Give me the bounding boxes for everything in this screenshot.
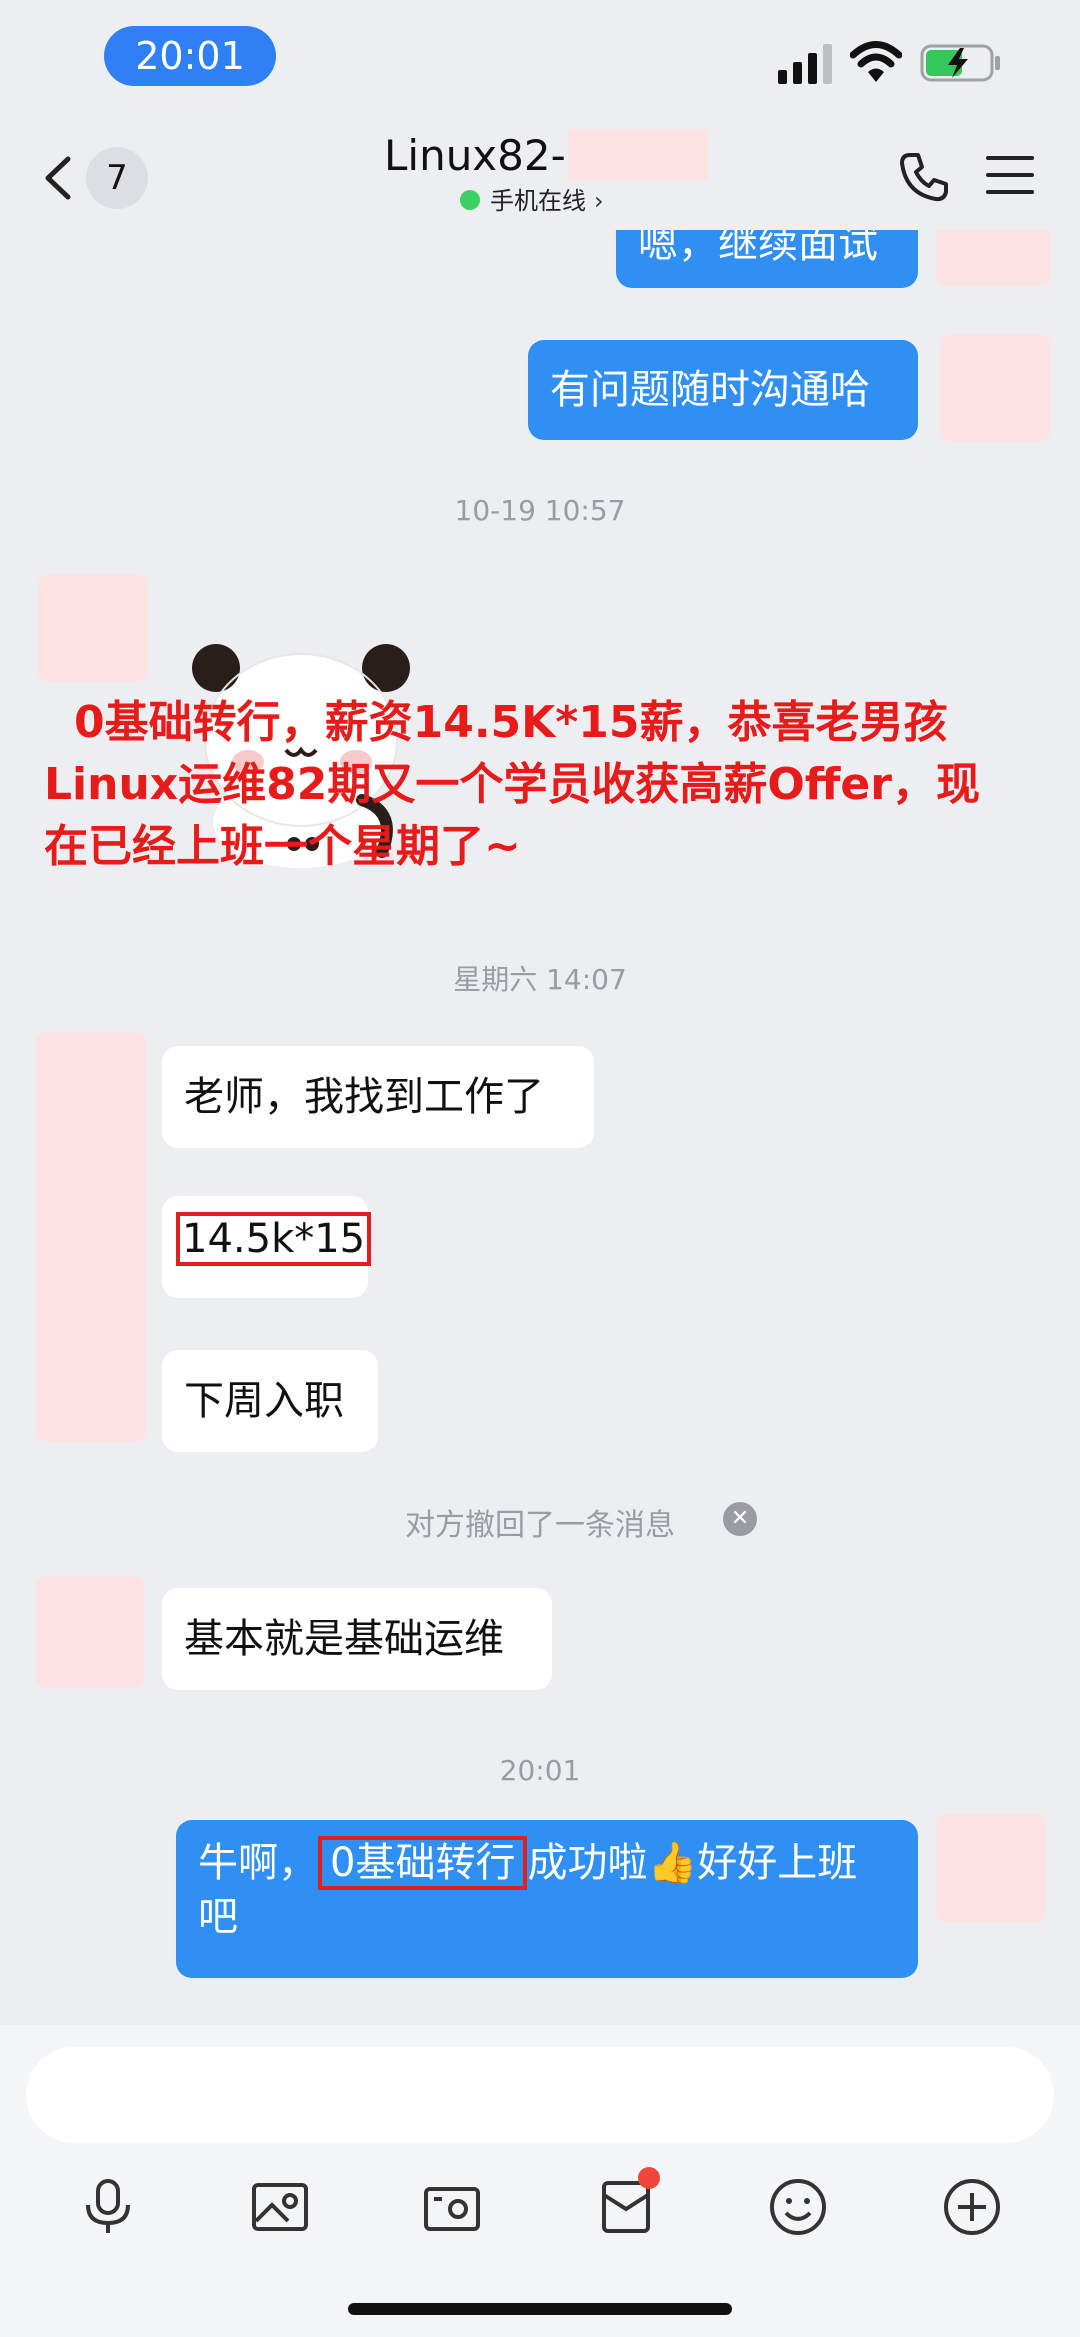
overlay-line-1: 0基础转行，薪资14.5K*15薪，恭喜老男孩 — [74, 697, 948, 748]
unread-count-badge: 7 — [86, 147, 148, 209]
avatar-contact[interactable] — [38, 574, 148, 682]
input-area — [0, 2025, 1080, 2337]
avatar-self[interactable] — [940, 334, 1050, 442]
message-bubble-outgoing[interactable]: 嗯，继续面试 — [616, 230, 918, 288]
recall-notice: 对方撤回了一条消息 ✕ — [0, 1500, 1080, 1543]
nav-bar: 7 Linux82- 手机在线 › — [0, 115, 1080, 230]
highlight-box: 14.5k*15 — [176, 1212, 372, 1266]
message-bubble-incoming[interactable]: 14.5k*15 — [162, 1196, 372, 1298]
status-bar: 20:01 — [0, 0, 1080, 115]
camera-icon[interactable] — [420, 2175, 484, 2239]
red-packet-icon[interactable] — [594, 2167, 660, 2239]
highlight-box: 0基础转行 — [318, 1836, 528, 1890]
microphone-icon[interactable] — [76, 2175, 140, 2239]
message-bubble-incoming[interactable]: 老师，我找到工作了 — [162, 1046, 594, 1148]
redaction-mask — [568, 129, 708, 181]
chevron-right-icon: › — [594, 187, 604, 215]
notification-dot — [638, 2167, 660, 2189]
avatar-self[interactable] — [936, 230, 1050, 286]
message-bubble-incoming[interactable]: 基本就是基础运维 — [162, 1588, 552, 1690]
message-input[interactable] — [26, 2047, 1054, 2143]
message-bubble-outgoing[interactable]: 有问题随时沟通哈 — [528, 340, 918, 440]
avatar-contact[interactable] — [36, 1032, 146, 1442]
message-bubble-outgoing[interactable]: 牛啊， 0基础转行 成功啦👍好好上班吧 — [176, 1820, 918, 1978]
avatar-self[interactable] — [936, 1814, 1046, 1922]
message-text: 14.5k*15 — [182, 1216, 366, 1262]
close-icon[interactable]: ✕ — [723, 1502, 757, 1536]
message-bubble-incoming[interactable]: 下周入职 — [162, 1350, 378, 1452]
timestamp: 20:01 — [499, 1754, 581, 1787]
timestamp: 星期六 14:07 — [453, 963, 627, 996]
signal-icon — [778, 44, 832, 84]
chat-messages[interactable]: 嗯，继续面试 有问题随时沟通哈 10-19 10:57 星期六 14:07 老师… — [0, 230, 1080, 2025]
online-status[interactable]: 手机在线 › — [460, 185, 604, 217]
promo-overlay-caption: 0基础转行，薪资14.5K*15薪，恭喜老男孩 Linux运维82期又一个学员收… — [44, 692, 1054, 878]
phone-call-icon[interactable] — [896, 149, 952, 205]
message-text: 下周入职 — [184, 1378, 344, 1424]
image-icon[interactable] — [248, 2175, 312, 2239]
online-dot-icon — [460, 190, 480, 210]
plus-icon[interactable] — [940, 2175, 1004, 2239]
avatar-contact[interactable] — [36, 1576, 144, 1688]
status-time: 20:01 — [104, 26, 276, 86]
overlay-line-2: Linux运维82期又一个学员收获高薪Offer，现 — [44, 759, 980, 810]
chevron-left-icon — [45, 156, 71, 200]
message-text: 有问题随时沟通哈 — [550, 367, 870, 413]
message-text-a: 牛啊， — [198, 1840, 318, 1886]
chat-title[interactable]: Linux82- — [384, 130, 566, 182]
emoji-icon[interactable] — [766, 2175, 830, 2239]
home-indicator — [348, 2303, 732, 2315]
online-status-label: 手机在线 — [490, 187, 586, 215]
wifi-icon — [850, 41, 902, 82]
overlay-line-3: 在已经上班一个星期了~ — [44, 821, 521, 872]
timestamp: 10-19 10:57 — [454, 494, 626, 527]
message-text: 嗯，继续面试 — [638, 230, 878, 267]
message-text-highlight: 0基础转行 — [330, 1840, 516, 1886]
recall-text: 对方撤回了一条消息 — [405, 1508, 675, 1543]
battery-icon — [920, 44, 1000, 82]
back-button[interactable]: 7 — [40, 145, 150, 209]
menu-icon[interactable] — [984, 151, 1036, 199]
message-text: 基本就是基础运维 — [184, 1616, 504, 1662]
message-text: 老师，我找到工作了 — [184, 1074, 544, 1120]
